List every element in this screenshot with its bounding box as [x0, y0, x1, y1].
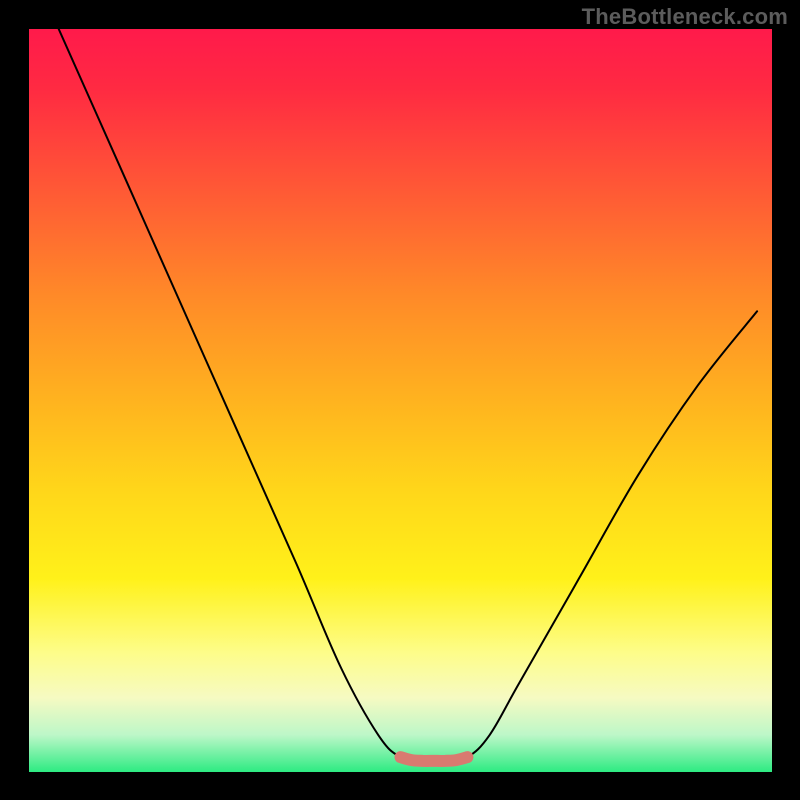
main-curve	[59, 29, 757, 761]
watermark-text: TheBottleneck.com	[582, 4, 788, 30]
bottom-highlight	[401, 757, 468, 761]
chart-overlay	[29, 29, 772, 772]
chart-stage: TheBottleneck.com	[0, 0, 800, 800]
